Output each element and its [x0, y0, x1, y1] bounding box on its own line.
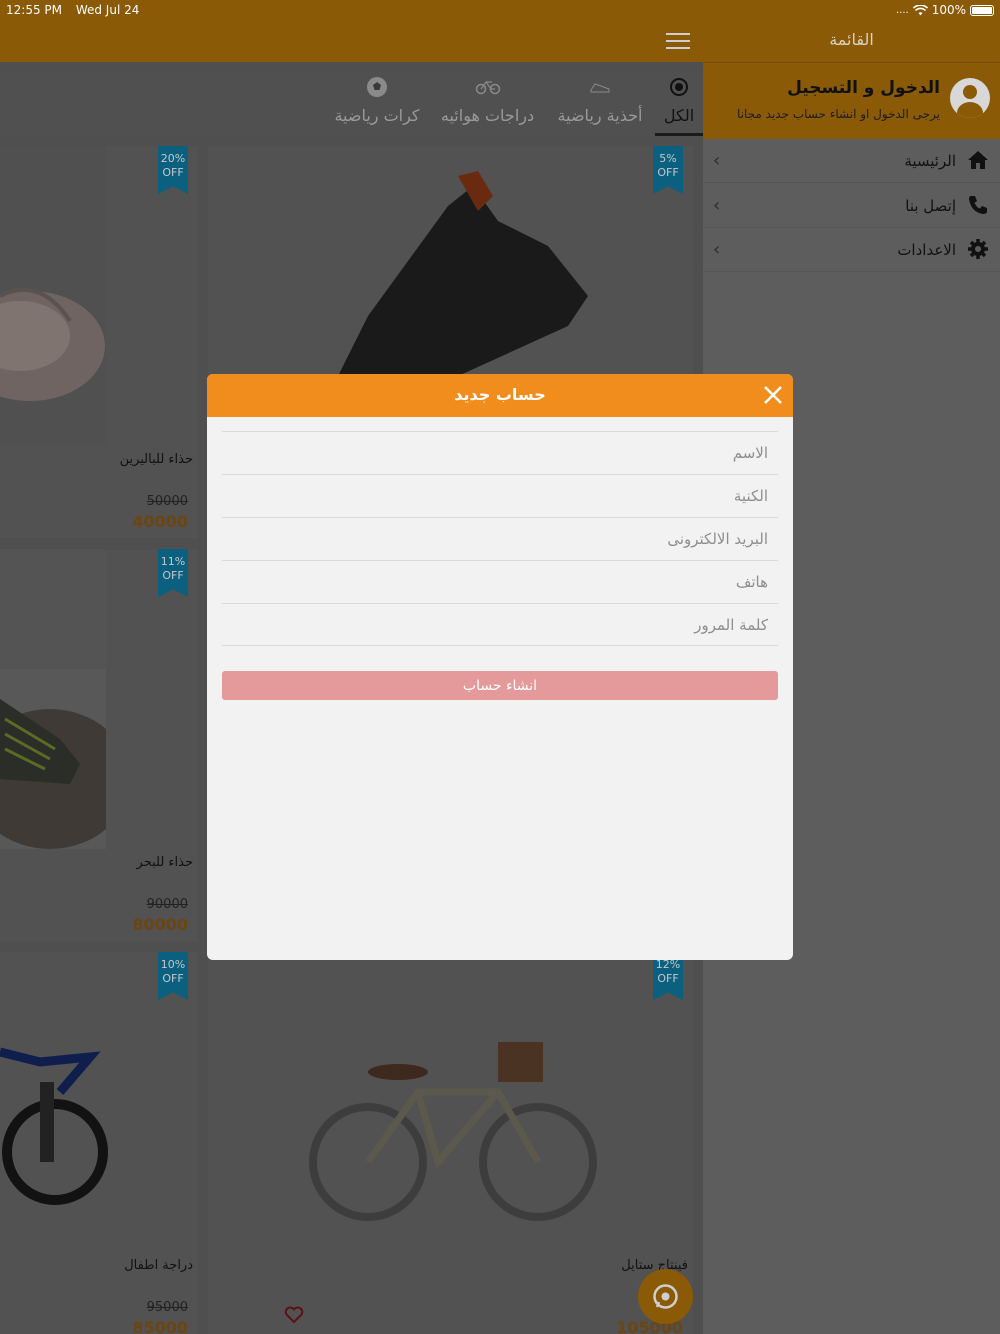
discount-ribbon: 10% OFF [158, 952, 188, 1000]
password-input[interactable] [222, 604, 778, 645]
modal-header: حساب جديد [207, 374, 793, 417]
old-price: 95000 [146, 1300, 188, 1315]
chevron-left-icon: ‹ [713, 239, 721, 260]
tab-label: دراجات هوائيه [440, 106, 535, 125]
name-input[interactable] [222, 432, 778, 474]
product-name: دراجة اطفال [124, 1258, 193, 1273]
all-target-icon [655, 72, 703, 102]
product-image [308, 166, 608, 376]
battery-icon [970, 4, 994, 16]
signal-indicator: .... [895, 4, 909, 16]
phone-icon [966, 194, 990, 218]
product-card[interactable]: 12%OFF فينتاج ستايل 1 105000 [208, 952, 693, 1334]
whatsapp-icon [653, 1284, 678, 1309]
hamburger-menu-icon[interactable] [666, 33, 690, 51]
heart-icon[interactable] [284, 1306, 304, 1324]
product-name: حذاء للباليرين [119, 452, 193, 467]
product-card[interactable]: 20% OFF حذاء للباليرين 50000 40000 [0, 146, 198, 539]
create-account-button[interactable]: انشاء حساب [222, 671, 778, 700]
category-tabs: الكل أحذية رياضية دراجات هوائيه كرات ريا… [0, 72, 703, 136]
tab-sneakers[interactable]: أحذية رياضية [548, 72, 652, 136]
status-bar: 12:55 PM Wed Jul 24 .... 100% [0, 0, 1000, 20]
chevron-left-icon: ‹ [713, 195, 721, 216]
email-input[interactable] [222, 518, 778, 560]
old-price: 90000 [146, 897, 188, 912]
menu-item-settings[interactable]: الاعدادات ‹ [703, 228, 1000, 272]
menu-item-label: الرئيسية [904, 152, 956, 170]
battery-percent: 100% [931, 3, 966, 17]
surname-field[interactable] [222, 474, 778, 517]
menu-item-home[interactable]: الرئيسية ‹ [703, 139, 1000, 183]
price: 80000 [132, 915, 188, 934]
email-field[interactable] [222, 517, 778, 560]
gear-icon [966, 238, 990, 262]
discount-ribbon: 5% OFF [653, 146, 683, 194]
login-register-item[interactable]: الدخول و التسجيل يرجى الدخول او انشاء حس… [703, 62, 1000, 139]
sneaker-icon [548, 72, 652, 102]
password-field[interactable] [222, 603, 778, 646]
status-time: 12:55 PM [6, 3, 62, 17]
avatar-icon [950, 78, 990, 118]
product-card[interactable]: 11% OFF حذاء للبحر 90000 80000 [0, 549, 198, 942]
product-image [0, 549, 106, 849]
tab-sports-balls[interactable]: كرات رياضية [328, 72, 426, 136]
tab-label: الكل [663, 106, 695, 125]
discount-ribbon: 20% OFF [158, 146, 188, 194]
soccer-ball-icon [328, 72, 426, 102]
chevron-left-icon: ‹ [713, 150, 721, 171]
close-icon[interactable] [761, 383, 785, 407]
product-name: حذاء للبحر [136, 855, 193, 870]
price: 85000 [132, 1318, 188, 1334]
phone-input[interactable] [222, 561, 778, 603]
name-field[interactable] [222, 431, 778, 474]
login-title: الدخول و التسجيل [787, 78, 940, 98]
menu-item-contact[interactable]: إتصل بنا ‹ [703, 184, 1000, 228]
menu-item-label: إتصل بنا [905, 197, 956, 215]
tab-label: كرات رياضية [334, 106, 420, 125]
tab-bicycles[interactable]: دراجات هوائيه [430, 72, 545, 136]
modal-title: حساب جديد [454, 385, 546, 404]
price: 40000 [132, 512, 188, 531]
product-card[interactable]: 10% OFF دراجة اطفال 95000 85000 [0, 952, 198, 1334]
product-image [0, 972, 115, 1212]
bicycle-icon [430, 72, 545, 102]
surname-input[interactable] [222, 475, 778, 517]
product-image [0, 146, 106, 444]
old-price: 50000 [146, 494, 188, 509]
status-date: Wed Jul 24 [75, 3, 140, 17]
product-image [298, 982, 608, 1232]
wifi-icon [912, 4, 928, 15]
tab-all[interactable]: الكل [655, 72, 703, 136]
menu-item-label: الاعدادات [897, 241, 956, 259]
phone-field[interactable] [222, 560, 778, 603]
register-modal: حساب جديد انشاء حساب [207, 374, 793, 960]
login-subtitle: يرجى الدخول او انشاء حساب جديد مجانا [737, 107, 940, 121]
home-icon [966, 149, 990, 173]
discount-ribbon: 11% OFF [158, 549, 188, 597]
tab-label: أحذية رياضية [557, 106, 643, 125]
whatsapp-button[interactable] [638, 1269, 693, 1324]
